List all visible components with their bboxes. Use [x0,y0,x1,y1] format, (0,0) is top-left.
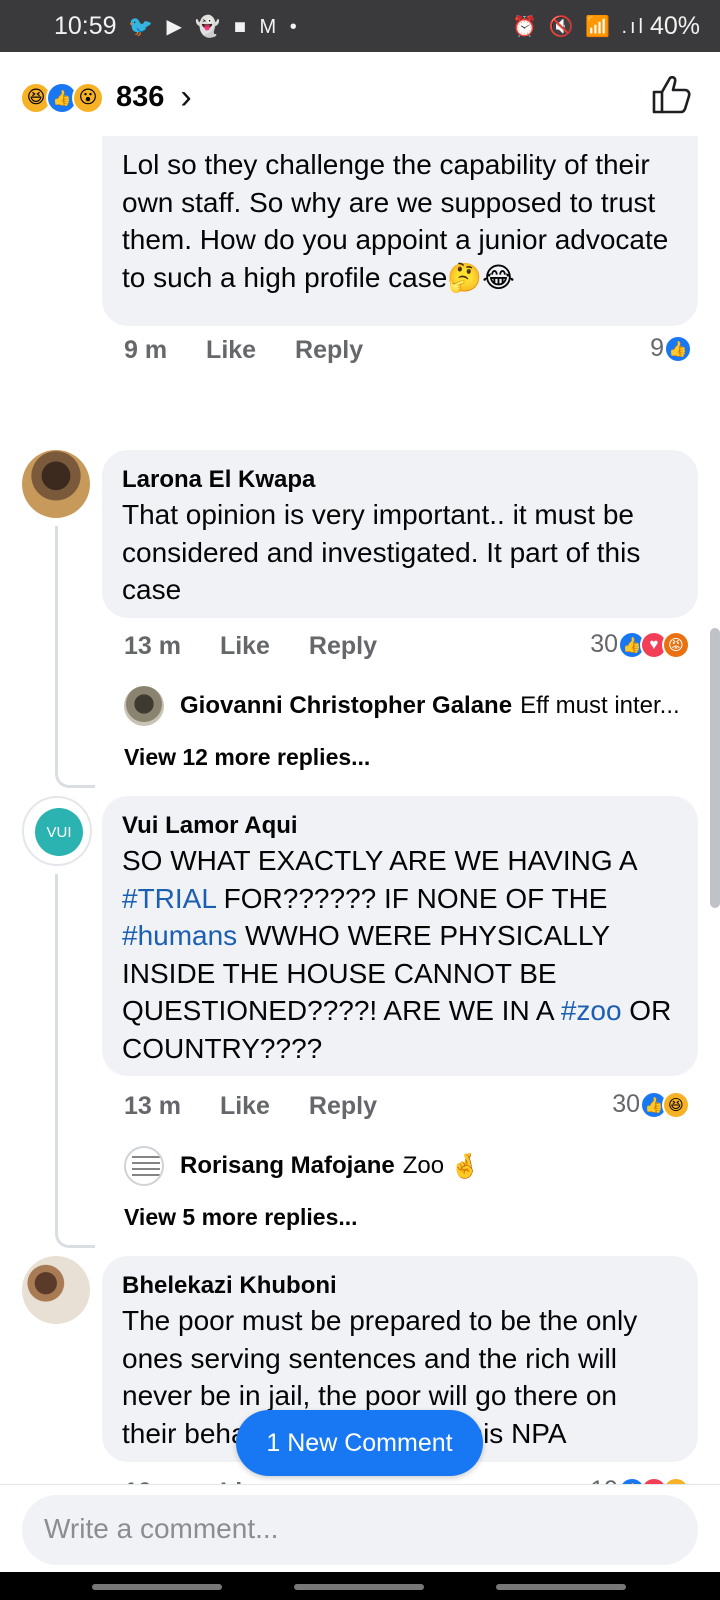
new-comment-button[interactable]: 1 New Comment [236,1410,483,1476]
comment-actions: 13 m Like Reply [124,1092,409,1121]
nav-recents[interactable] [92,1584,222,1590]
comment-reactions[interactable]: 30 👍 ♥ 😡 [590,630,690,659]
avatar-image [132,1156,160,1180]
chevron-right-icon: › [180,78,192,116]
comment-author[interactable]: Bhelekazi Khuboni [122,1270,678,1302]
reply-link[interactable]: Reply [309,1092,377,1120]
avatar[interactable]: VUI [22,796,92,866]
reply-preview[interactable]: Rorisang Mafojane Zoo 🤞 [180,1152,480,1180]
comment-actions: 9 m Like Reply [124,336,395,365]
comment-bubble[interactable]: Vui Lamor Aqui SO WHAT EXACTLY ARE WE HA… [102,796,698,1076]
comment-reaction-count: 9 [650,334,664,362]
wow-reaction-icon: 😮 [72,81,104,114]
comments-sheet: 😆 👍 😮 836 › Lol so they challenge the ca… [0,52,720,1600]
comment-text: SO WHAT EXACTLY ARE WE HAVING A #TRIAL F… [122,845,672,1064]
reactions-summary[interactable]: 😆 👍 😮 836 › [20,78,192,117]
comment-reaction-count: 30 [612,1090,640,1118]
avatar[interactable] [22,450,90,518]
comment-reaction-count: 30 [590,630,618,658]
comment-reactions[interactable]: 9 👍 [650,334,692,363]
nav-home[interactable] [294,1584,424,1590]
like-reaction-icon: 👍 [664,334,692,363]
system-icons: ⏰ 🔇 📶 .ıl [512,16,646,38]
status-bar: 10:59 🐦 ▶ 👻 ■ M • ⏰ 🔇 📶 .ıl 40% [0,0,720,52]
reply-link[interactable]: Reply [295,336,363,364]
comment-reactions[interactable]: 30 👍 😆 [612,1090,690,1119]
comment-text: That opinion is very important.. it must… [122,499,641,605]
like-link[interactable]: Like [206,336,256,364]
sheet-header: 😆 👍 😮 836 › [0,52,720,136]
comment-time: 13 m [124,1092,181,1120]
reply-preview[interactable]: Giovanni Christopher Galane Eff must int… [180,692,680,720]
system-nav-bar [0,1572,720,1600]
avatar[interactable] [124,686,164,726]
comment-author[interactable]: Vui Lamor Aqui [122,810,678,842]
hashtag-link[interactable]: #TRIAL [122,883,216,914]
avatar-logo: VUI [35,808,83,856]
reply-author: Giovanni Christopher Galane [180,692,513,719]
comment-actions: 13 m Like Reply [124,632,409,661]
thread-connector [55,704,95,788]
reply-link[interactable]: Reply [309,632,377,660]
avatar[interactable] [22,1256,90,1324]
scrollbar[interactable] [710,628,720,908]
nav-back[interactable] [496,1584,626,1590]
comment-text: Lol so they challenge the capability of … [122,149,669,294]
view-more-replies[interactable]: View 5 more replies... [124,1204,358,1231]
thinking-laughing-emoji: 🤔😂 [447,260,515,294]
reply-text: Zoo [402,1152,445,1179]
comment-bubble[interactable]: Larona El Kwapa That opinion is very imp… [102,450,698,618]
battery-level: 40% [649,12,700,40]
angry-reaction-icon: 😡 [662,630,690,659]
thread-connector [55,1164,95,1248]
like-post-icon[interactable] [650,72,694,116]
reaction-count: 836 [116,81,165,113]
notification-icons: 🐦 ▶ 👻 ■ M • [128,16,301,38]
view-more-replies[interactable]: View 12 more replies... [124,744,370,771]
comment-time: 13 m [124,632,181,660]
haha-reaction-icon: 😆 [662,1090,690,1119]
comment-author[interactable]: Larona El Kwapa [122,464,678,496]
like-link[interactable]: Like [220,632,270,660]
reply-author: Rorisang Mafojane [180,1152,395,1179]
hashtag-link[interactable]: #humans [122,920,237,951]
clock: 10:59 [54,12,117,40]
hashtag-link[interactable]: #zoo [561,995,622,1026]
like-link[interactable]: Like [220,1092,270,1120]
comment-time: 9 m [124,336,168,364]
comment-input[interactable]: Write a comment... [22,1495,698,1565]
comment-bubble[interactable]: Lol so they challenge the capability of … [102,106,698,326]
fingers-crossed-emoji: 🤞 [450,1152,480,1180]
avatar[interactable] [124,1146,164,1186]
reply-text: Eff must inter... [520,692,680,719]
